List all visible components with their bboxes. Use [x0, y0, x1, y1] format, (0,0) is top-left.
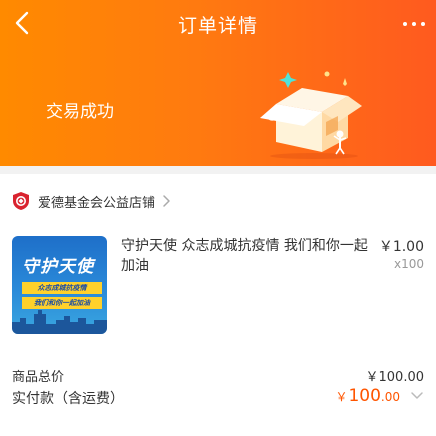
product-title[interactable]: 守护天使 众志成城抗疫情 我们和你一起加油	[121, 236, 373, 276]
open-box-icon	[260, 71, 362, 159]
more-button[interactable]	[400, 16, 428, 32]
paid-decimal: .00	[380, 390, 400, 404]
product-thumbnail[interactable]: 守护天使 众志成城抗疫情 我们和你一起加油	[12, 236, 107, 334]
total-label: 商品总价	[12, 370, 65, 385]
product-price: ￥1.00	[378, 239, 424, 255]
shield-logo-icon	[13, 192, 29, 210]
more-dot-icon	[421, 22, 425, 26]
order-header: 订单详情 交易成功	[0, 0, 436, 166]
product-quantity: x100	[393, 257, 424, 271]
page-title: 订单详情	[177, 15, 258, 37]
paid-amount: ￥ 100 .00	[335, 386, 400, 406]
chevron-right-icon	[163, 195, 170, 207]
city-skyline-icon	[12, 310, 107, 334]
order-card: 爱德基金会公益店铺 守护天使 众志成城抗疫情 我们和你一起加油 守护天使 众志成…	[0, 174, 436, 436]
shop-link[interactable]: 爱德基金会公益店铺	[12, 190, 171, 212]
paid-label: 实付款（含运费）	[12, 391, 124, 407]
paid-integer: 100	[348, 386, 381, 406]
more-dot-icon	[412, 22, 416, 26]
more-dot-icon	[403, 22, 407, 26]
paid-currency: ￥	[335, 390, 348, 404]
order-status: 交易成功	[46, 102, 114, 122]
product-image-title: 守护天使	[22, 257, 94, 277]
chevron-down-icon[interactable]	[410, 390, 424, 400]
total-value: ￥100.00	[365, 370, 425, 385]
product-image-badge: 众志成城抗疫情	[22, 282, 102, 294]
shop-name: 爱德基金会公益店铺	[38, 195, 156, 211]
